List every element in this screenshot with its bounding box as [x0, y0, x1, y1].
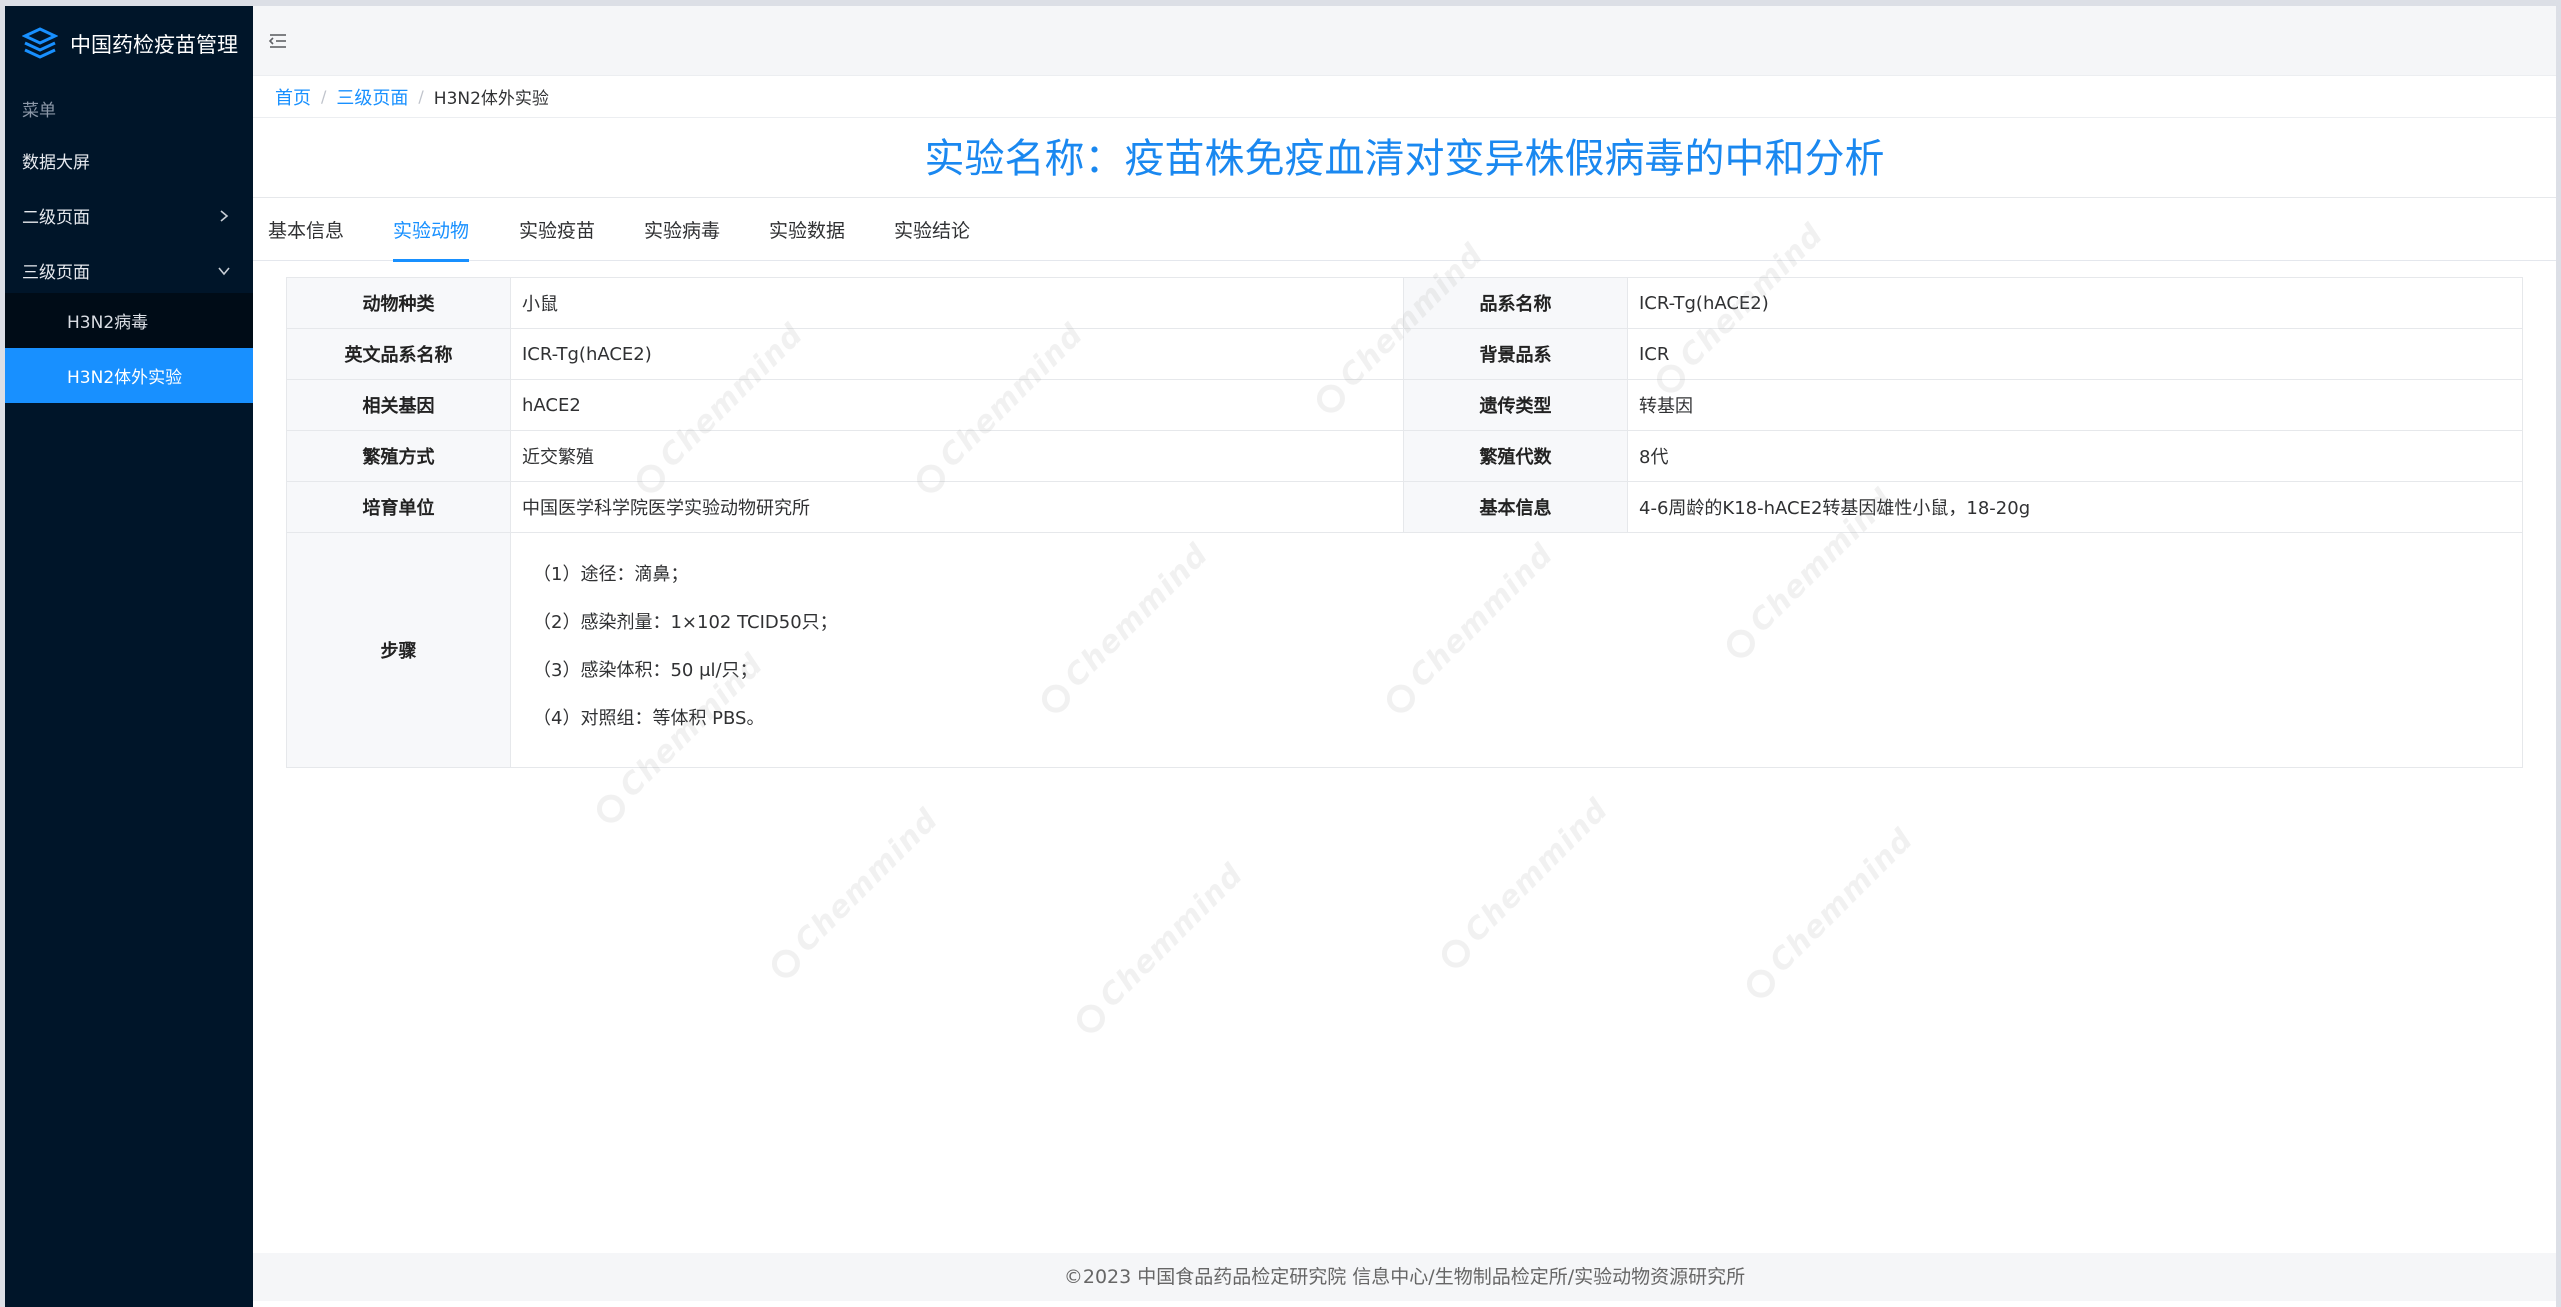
app-title: 中国药检疫苗管理 [70, 33, 238, 57]
chevron-down-icon [218, 266, 230, 275]
animal-info-table: 动物种类 小鼠 品系名称 ICR-Tg(hACE2) 英文品系名称 ICR-Tg… [286, 277, 2523, 768]
tab-experiment-data[interactable]: 实验数据 [769, 200, 845, 261]
table-row: 英文品系名称 ICR-Tg(hACE2) 背景品系 ICR [286, 328, 2523, 380]
tab-experiment-animals[interactable]: 实验动物 [393, 200, 470, 262]
field-value: 4-6周龄的K18-hACE2转基因雄性小鼠，18-20g [1627, 481, 2523, 533]
steps-content: （1）途径：滴鼻； （2）感染剂量：1×102 TCID50只； （3）感染体积… [510, 532, 2523, 768]
sidebar-item-label: 数据大屏 [22, 153, 90, 173]
breadcrumb-level3[interactable]: 三级页面 [336, 84, 408, 110]
field-label: 相关基因 [286, 379, 511, 431]
field-value: ICR-Tg(hACE2) [510, 328, 1404, 380]
sidebar-item-level3[interactable]: 三级页面 [5, 243, 253, 298]
layers-logo-icon [22, 27, 58, 59]
step-item: （1）途径：滴鼻； [533, 564, 689, 585]
table-row: 相关基因 hACE2 遗传类型 转基因 [286, 379, 2523, 431]
watermark: Chemmind [1068, 857, 1250, 1040]
field-value: 转基因 [1627, 379, 2523, 431]
steps-label: 步骤 [286, 532, 511, 768]
step-item: （3）感染体积：50 μl/只； [533, 660, 758, 681]
field-value: 小鼠 [510, 277, 1404, 329]
sidebar: 中国药检疫苗管理 菜单 数据大屏 二级页面 三级页面 H3N2病毒 H3N2体外… [5, 6, 253, 1307]
field-label: 基本信息 [1403, 481, 1628, 533]
tab-experiment-virus[interactable]: 实验病毒 [644, 200, 720, 261]
sidebar-item-level2[interactable]: 二级页面 [5, 188, 253, 243]
menu-caption: 菜单 [22, 101, 56, 121]
breadcrumb-current: H3N2体外实验 [433, 89, 549, 109]
breadcrumb-home[interactable]: 首页 [275, 84, 311, 110]
field-value: ICR [1627, 328, 2523, 380]
field-value: 中国医学科学院医学实验动物研究所 [510, 481, 1404, 533]
sidebar-item-label: 二级页面 [22, 208, 90, 228]
app-logo[interactable]: 中国药检疫苗管理 [22, 24, 238, 64]
field-label: 品系名称 [1403, 277, 1628, 329]
top-header [253, 6, 2556, 76]
field-value: ICR-Tg(hACE2) [1627, 277, 2523, 329]
menu-collapse-icon[interactable] [267, 30, 289, 52]
field-label: 动物种类 [286, 277, 511, 329]
window-frame-right [2556, 0, 2561, 1307]
sidebar-subitem-h3n2-in-vitro[interactable]: H3N2体外实验 [5, 348, 253, 403]
watermark: Chemmind [1738, 822, 1920, 1005]
sidebar-item-label: 三级页面 [22, 263, 90, 283]
field-label: 背景品系 [1403, 328, 1628, 380]
sidebar-subitem-label: H3N2体外实验 [67, 368, 183, 388]
breadcrumb-separator: / [418, 87, 424, 106]
step-item: （2）感染剂量：1×102 TCID50只； [533, 612, 838, 633]
tab-experiment-vaccine[interactable]: 实验疫苗 [519, 200, 595, 261]
table-row: 繁殖方式 近交繁殖 繁殖代数 8代 [286, 430, 2523, 482]
field-label: 遗传类型 [1403, 379, 1628, 431]
page-title: 实验名称：疫苗株免疫血清对变异株假病毒的中和分析 [253, 120, 2556, 198]
watermark: Chemmind [763, 802, 945, 985]
table-row: 动物种类 小鼠 品系名称 ICR-Tg(hACE2) [286, 277, 2523, 329]
breadcrumb-separator: / [321, 87, 327, 106]
field-label: 英文品系名称 [286, 328, 511, 380]
watermark: Chemmind [1433, 792, 1615, 975]
tab-bar: 基本信息 实验动物 实验疫苗 实验病毒 实验数据 实验结论 [253, 200, 2556, 262]
field-label: 繁殖方式 [286, 430, 511, 482]
field-value: hACE2 [510, 379, 1404, 431]
breadcrumb: 首页 / 三级页面 / H3N2体外实验 [253, 76, 2556, 118]
field-value: 8代 [1627, 430, 2523, 482]
table-row: 培育单位 中国医学科学院医学实验动物研究所 基本信息 4-6周龄的K18-hAC… [286, 481, 2523, 533]
field-label: 培育单位 [286, 481, 511, 533]
sidebar-subitem-label: H3N2病毒 [67, 313, 149, 333]
footer: ©2023 中国食品药品检定研究院 信息中心/生物制品检定所/实验动物资源研究所 [253, 1253, 2556, 1301]
step-item: （4）对照组：等体积 PBS。 [533, 708, 765, 729]
tab-basic-info[interactable]: 基本信息 [268, 200, 344, 261]
tab-experiment-conclusion[interactable]: 实验结论 [894, 200, 970, 261]
field-label: 繁殖代数 [1403, 430, 1628, 482]
sidebar-item-data-screen[interactable]: 数据大屏 [5, 133, 253, 188]
chevron-right-icon [220, 209, 229, 222]
field-value: 近交繁殖 [510, 430, 1404, 482]
table-row-steps: 步骤 （1）途径：滴鼻； （2）感染剂量：1×102 TCID50只； （3）感… [286, 532, 2523, 768]
sidebar-subitem-h3n2-virus[interactable]: H3N2病毒 [5, 293, 253, 348]
